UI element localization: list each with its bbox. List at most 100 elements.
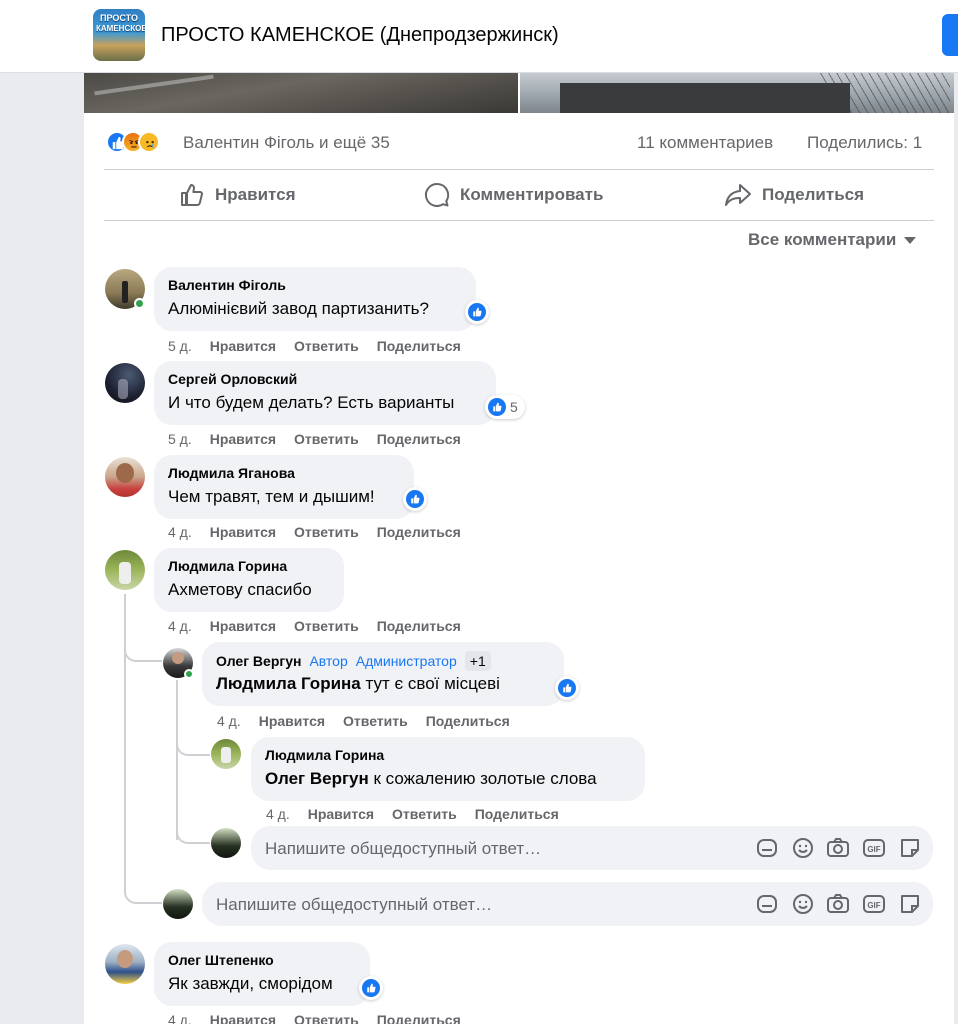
avatar[interactable]	[105, 550, 145, 590]
comment-author[interactable]: Сергей Орловский	[168, 371, 297, 387]
comment-author[interactable]: Валентин Фіголь	[168, 277, 286, 293]
comment-author[interactable]: Людмила Горина	[168, 558, 287, 574]
caret-down-icon	[904, 236, 917, 244]
page-avatar[interactable]: ПРОСТО КАМЕНСКОЕ	[93, 9, 145, 61]
post-photo-left[interactable]	[84, 73, 518, 113]
reply-share-link[interactable]: Поделиться	[426, 713, 510, 729]
share-button[interactable]: Поделиться	[724, 177, 864, 213]
reply-author[interactable]: Олег Вергун	[216, 653, 301, 669]
reaction-names[interactable]: Валентин Фіголь и ещё 35	[183, 133, 390, 153]
comment-reactions[interactable]	[403, 487, 427, 511]
comment-meta: 4 д. Нравится Ответить Поделиться	[168, 524, 479, 540]
comment-share-link[interactable]: Поделиться	[377, 618, 461, 634]
share-button-label: Поделиться	[762, 185, 865, 204]
avatar-sticker-icon[interactable]	[755, 836, 779, 860]
my-avatar[interactable]	[163, 889, 193, 919]
comment-reactions[interactable]	[359, 976, 383, 1000]
gif-icon[interactable]: GIF	[862, 892, 886, 916]
reply-body: тут є свої місцеві	[360, 674, 500, 693]
comment-author[interactable]: Людмила Яганова	[168, 465, 295, 481]
comment-like-link[interactable]: Нравится	[210, 1012, 276, 1024]
comment-author[interactable]: Олег Штепенко	[168, 952, 274, 968]
my-avatar[interactable]	[211, 828, 241, 858]
comment-reply-link[interactable]: Ответить	[294, 338, 359, 354]
svg-text:GIF: GIF	[867, 901, 880, 910]
reply-input[interactable]: Напишите общедоступный ответ… GIF	[202, 882, 933, 926]
reply-time[interactable]: 4 д.	[266, 806, 290, 822]
reply-time[interactable]: 4 д.	[217, 713, 241, 729]
comment-like-link[interactable]: Нравится	[210, 338, 276, 354]
comment-share-link[interactable]: Поделиться	[377, 1012, 461, 1024]
sticker-icon[interactable]	[898, 836, 922, 860]
comment-button[interactable]: Комментировать	[424, 177, 603, 213]
reply-input[interactable]: Напишите общедоступный ответ… GIF	[251, 826, 933, 870]
comment-time[interactable]: 4 д.	[168, 524, 192, 540]
like-reaction-icon	[362, 979, 380, 997]
header-action-button[interactable]	[942, 14, 958, 56]
reply-reply-link[interactable]: Ответить	[392, 806, 457, 822]
comment-sort-dropdown[interactable]: Все комментарии	[748, 230, 917, 250]
comment-time[interactable]: 4 д.	[168, 618, 192, 634]
comment-bubble: Валентин Фіголь Алюмінієвий завод партиз…	[154, 267, 476, 331]
reply-author[interactable]: Людмила Горина	[265, 747, 384, 763]
comment-time[interactable]: 5 д.	[168, 431, 192, 447]
like-reaction-icon	[488, 398, 506, 416]
comment-bubble: Сергей Орловский И что будем делать? Ест…	[154, 361, 496, 425]
mention-link[interactable]: Людмила Горина	[216, 674, 361, 693]
divider	[104, 220, 934, 221]
comment-share-link[interactable]: Поделиться	[377, 338, 461, 354]
comment-bubble: Людмила Горина Ахметову спасибо	[154, 548, 344, 612]
comment-reactions[interactable]: 5	[485, 395, 525, 419]
svg-text:GIF: GIF	[867, 845, 880, 854]
mention-link[interactable]: Олег Вергун	[265, 769, 369, 788]
admin-badge[interactable]: Администратор	[356, 653, 457, 669]
gif-icon[interactable]: GIF	[862, 836, 886, 860]
comment-sort-label: Все комментарии	[748, 230, 897, 249]
comment-reply-link[interactable]: Ответить	[294, 1012, 359, 1024]
sad-reaction-icon	[138, 131, 160, 153]
reaction-icons[interactable]	[106, 131, 178, 153]
avatar[interactable]	[105, 363, 145, 403]
comment-like-link[interactable]: Нравится	[210, 618, 276, 634]
reply-reactions[interactable]	[555, 676, 579, 700]
comment-time[interactable]: 5 д.	[168, 338, 192, 354]
comment-like-link[interactable]: Нравится	[210, 524, 276, 540]
more-badges[interactable]: +1	[464, 651, 491, 671]
online-indicator	[184, 669, 194, 679]
comment-time[interactable]: 4 д.	[168, 1012, 192, 1024]
comments-count[interactable]: 11 комментариев	[637, 133, 773, 153]
reply-like-link[interactable]: Нравится	[308, 806, 374, 822]
reply-share-link[interactable]: Поделиться	[475, 806, 559, 822]
comment-share-link[interactable]: Поделиться	[377, 524, 461, 540]
comment-like-link[interactable]: Нравится	[210, 431, 276, 447]
avatar[interactable]	[105, 944, 145, 984]
avatar-sticker-icon[interactable]	[755, 892, 779, 916]
emoji-icon[interactable]	[791, 836, 815, 860]
post-photo-right[interactable]	[520, 73, 954, 113]
avatar[interactable]	[105, 457, 145, 497]
comment-share-link[interactable]: Поделиться	[377, 431, 461, 447]
comment-reactions[interactable]	[465, 300, 489, 324]
comment-reply-link[interactable]: Ответить	[294, 618, 359, 634]
comment-reply-link[interactable]: Ответить	[294, 524, 359, 540]
emoji-icon[interactable]	[791, 892, 815, 916]
reply-reply-link[interactable]: Ответить	[343, 713, 408, 729]
reply-bubble: Людмила Горина Олег Вергун к сожалению з…	[251, 737, 645, 801]
sticker-icon[interactable]	[898, 892, 922, 916]
camera-icon[interactable]	[826, 836, 850, 860]
like-button[interactable]: Нравится	[179, 177, 296, 213]
thread-line	[176, 680, 178, 840]
comment-reply-link[interactable]: Ответить	[294, 431, 359, 447]
thread-connector	[176, 736, 210, 756]
author-badge[interactable]: Автор	[309, 653, 347, 669]
thread-connector	[176, 824, 210, 844]
reply-like-link[interactable]: Нравится	[259, 713, 325, 729]
comment-text: Чем травят, тем и дышим!	[168, 487, 375, 506]
avatar[interactable]	[211, 739, 241, 769]
shares-count[interactable]: Поделились: 1	[807, 133, 922, 153]
camera-icon[interactable]	[826, 892, 850, 916]
comment-bubble-icon	[425, 182, 450, 207]
page-title[interactable]: ПРОСТО КАМЕНСКОЕ (Днепродзержинск)	[161, 24, 559, 47]
comment-button-label: Комментировать	[460, 185, 604, 204]
share-arrow-icon	[725, 184, 751, 206]
